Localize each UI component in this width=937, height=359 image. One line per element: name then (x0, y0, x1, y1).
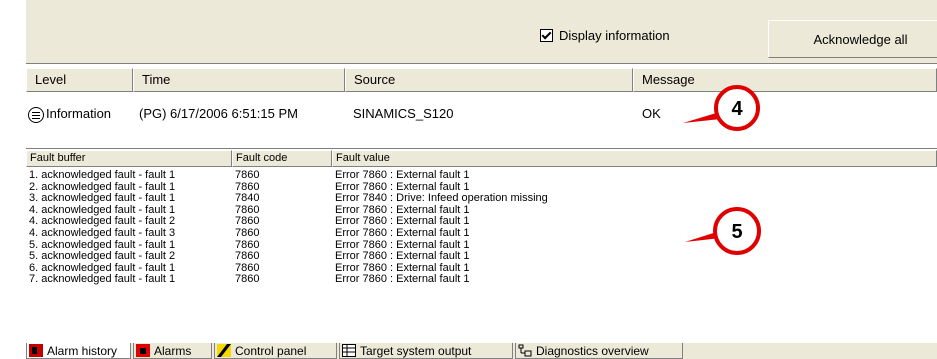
fault-row[interactable]: 5. acknowledged fault - fault 2 7860 Error… (26, 251, 937, 263)
diagnostics-icon (518, 344, 532, 357)
alarm-history-icon (29, 344, 43, 357)
toolbar: Display information Acknowledge all (26, 0, 937, 63)
table-icon (342, 344, 356, 357)
tab-alarms-label: Alarms (154, 343, 192, 358)
control-panel-icon (217, 344, 231, 357)
column-header-fault-buffer[interactable]: Fault buffer (26, 150, 232, 167)
checkbox-checked-icon[interactable] (540, 28, 553, 42)
fault-buffer-cell: 1. acknowledged fault - fault 1 (29, 169, 176, 181)
fault-row[interactable]: 1. acknowledged fault - fault 1 7860 Error… (26, 169, 937, 182)
message-grid-header: Level Time Source Message (26, 68, 937, 92)
fault-buffer-grid: Fault buffer Fault code Fault value 1. a… (26, 148, 937, 343)
fault-value-cell: Error 7860 : External fault 1 (335, 273, 470, 286)
column-header-time[interactable]: Time (133, 68, 345, 92)
information-icon (28, 106, 44, 123)
fault-code-cell: 7860 (235, 226, 260, 239)
tab-target-system-output[interactable]: Target system output (339, 343, 513, 359)
fault-rows: 1. acknowledged fault - fault 1 7860 Error… (26, 169, 937, 286)
fault-buffer-cell: 4. acknowledged fault - fault 3 (29, 226, 176, 239)
tab-diagnostics-overview[interactable]: Diagnostics overview (515, 343, 683, 359)
tab-control-panel[interactable]: Control panel (214, 343, 337, 359)
callout-4-number: 4 (731, 98, 743, 120)
tab-bar: Alarm history Alarms Control panel Targe… (26, 342, 937, 359)
message-time: (PG) 6/17/2006 6:51:15 PM (139, 106, 298, 121)
column-header-level[interactable]: Level (26, 68, 133, 92)
fault-code-cell: 7860 (235, 273, 260, 286)
fault-buffer-cell: 5. acknowledged fault - fault 2 (29, 250, 176, 263)
message-level: Information (46, 106, 112, 121)
message-row[interactable]: Information (PG) 6/17/2006 6:51:15 PM SI… (26, 101, 937, 127)
message-text: OK (642, 106, 661, 121)
tab-alarm-history[interactable]: Alarm history (26, 343, 131, 359)
acknowledge-all-button[interactable]: Acknowledge all (768, 20, 937, 58)
fault-code-cell: 7860 (235, 250, 260, 263)
tab-target-system-output-label: Target system output (360, 343, 472, 358)
fault-row[interactable]: 7. acknowledged fault - fault 1 7860 Error… (26, 274, 937, 286)
message-grid: Level Time Source Message Information (P… (26, 63, 937, 149)
display-information-checkbox[interactable]: Display information (540, 26, 670, 44)
fault-buffer-cell: 7. acknowledged fault - fault 1 (29, 273, 176, 286)
tab-alarm-history-label: Alarm history (47, 343, 118, 358)
tab-alarms[interactable]: Alarms (133, 343, 212, 359)
message-source: SINAMICS_S120 (353, 106, 454, 121)
column-header-fault-value[interactable]: Fault value (332, 150, 937, 167)
alarms-icon (136, 344, 150, 357)
tab-control-panel-label: Control panel (235, 343, 307, 358)
message-level-cell: Information (28, 101, 111, 127)
callout-5: 5 (685, 207, 761, 255)
callout-5-number: 5 (731, 221, 742, 243)
column-header-source[interactable]: Source (345, 68, 633, 92)
column-header-message[interactable]: Message (633, 68, 937, 92)
tab-diagnostics-overview-label: Diagnostics overview (536, 343, 649, 358)
display-information-label: Display information (559, 27, 670, 43)
fault-value-cell: Error 7860 : External fault 1 (335, 250, 470, 263)
fault-row[interactable]: 4. acknowledged fault - fault 3 7860 Error… (26, 226, 937, 240)
fault-value-cell: Error 7860 : External fault 1 (335, 226, 470, 239)
fault-code-cell: 7860 (235, 169, 260, 181)
fault-value-cell: Error 7860 : External fault 1 (335, 169, 470, 181)
callout-4: 4 (683, 85, 760, 131)
column-header-fault-code[interactable]: Fault code (232, 150, 332, 167)
